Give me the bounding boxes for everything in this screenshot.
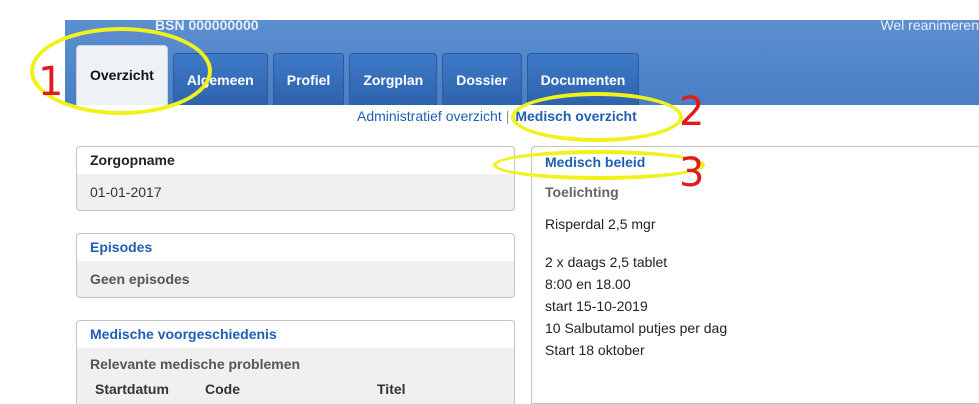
voorgeschiedenis-title[interactable]: Medische voorgeschiedenis bbox=[77, 321, 514, 348]
annotation-circle-2 bbox=[511, 92, 683, 142]
patient-id: BSN 000000000 bbox=[155, 20, 259, 33]
reanimation-status: Wel reanimeren bbox=[880, 20, 979, 33]
annotation-number-2: 2 bbox=[679, 89, 705, 135]
episodes-title[interactable]: Episodes bbox=[77, 234, 514, 261]
voorgeschiedenis-subtitle: Relevante medische problemen bbox=[90, 356, 301, 372]
annotation-number-1: 1 bbox=[38, 59, 64, 105]
episodes-panel: Episodes Geen episodes bbox=[76, 233, 515, 298]
beleid-line: 8:00 en 18.00 bbox=[545, 276, 631, 292]
beleid-medication-line: Risperdal 2,5 mgr bbox=[545, 216, 656, 232]
annotation-circle-3 bbox=[493, 150, 705, 180]
toelichting-label: Toelichting bbox=[545, 184, 619, 200]
beleid-line: Start 18 oktober bbox=[545, 342, 645, 358]
administratief-overzicht-link[interactable]: Administratief overzicht bbox=[357, 108, 502, 124]
column-startdatum[interactable]: Startdatum bbox=[95, 380, 205, 398]
zorgopname-title: Zorgopname bbox=[77, 147, 514, 174]
medisch-beleid-panel: Medisch beleid Toelichting Risperdal 2,5… bbox=[531, 146, 979, 404]
tab-dossier[interactable]: Dossier bbox=[442, 53, 522, 105]
beleid-line: 2 x daags 2,5 tablet bbox=[545, 254, 668, 270]
beleid-line: 10 Salbutamol putjes per dag bbox=[545, 320, 728, 336]
column-titel[interactable]: Titel bbox=[377, 380, 406, 398]
zorgopname-date: 01-01-2017 bbox=[90, 184, 162, 200]
episodes-empty-text: Geen episodes bbox=[90, 271, 190, 287]
tab-profiel[interactable]: Profiel bbox=[272, 53, 345, 105]
annotation-number-3: 3 bbox=[679, 150, 705, 196]
beleid-line: start 15-10-2019 bbox=[545, 298, 648, 314]
medische-voorgeschiedenis-panel: Medische voorgeschiedenis Relevante medi… bbox=[76, 320, 515, 404]
zorgopname-panel: Zorgopname 01-01-2017 bbox=[76, 146, 515, 211]
problems-table-header: Startdatum Code Titel bbox=[77, 380, 514, 398]
column-code[interactable]: Code bbox=[205, 380, 377, 398]
tab-zorgplan[interactable]: Zorgplan bbox=[349, 53, 438, 105]
subnav-separator: | bbox=[505, 108, 510, 124]
